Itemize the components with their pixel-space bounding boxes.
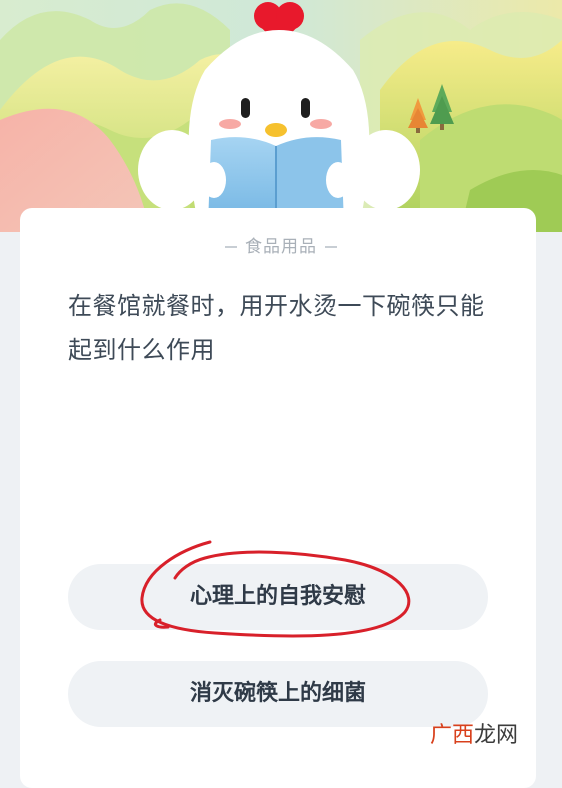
watermark-part1: 广西 [430,723,475,748]
category-dash-right [325,246,337,248]
question-text: 在餐馆就餐时，用开水烫一下碗筷只能起到什么作用 [68,292,485,364]
answer-option-1-label: 心理上的自我安慰 [189,584,366,609]
watermark-part2: 龙网 [474,723,519,748]
category-text: 食品用品 [245,237,317,257]
category-label: 食品用品 [0,232,562,257]
category-dash-left [225,246,237,248]
answer-option-2-label: 消灭碗筷上的细菌 [189,681,366,706]
hero-banner [0,0,562,232]
answer-option-1[interactable]: 心理上的自我安慰 [68,564,488,630]
answer-option-2[interactable]: 消灭碗筷上的细菌 [68,661,488,727]
hero-illustration [0,0,562,232]
watermark: 广西龙网 [430,717,518,749]
